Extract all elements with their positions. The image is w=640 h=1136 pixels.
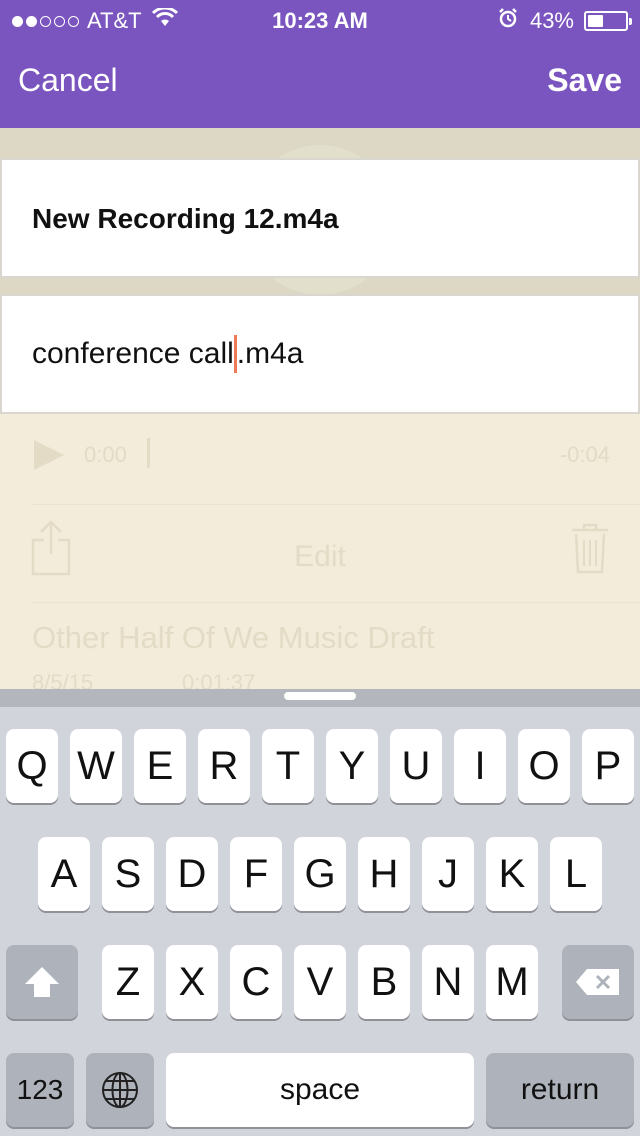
alarm-clock-icon [498, 8, 518, 34]
battery-percent: 43% [529, 8, 574, 33]
key-v[interactable]: V [294, 945, 346, 1019]
remaining-time: -0:04 [559, 442, 610, 467]
divider [32, 602, 640, 603]
keyboard-handle[interactable] [284, 692, 356, 700]
key-j[interactable]: J [422, 837, 474, 911]
key-z[interactable]: Z [102, 945, 154, 1019]
edit-label: Edit [294, 540, 346, 573]
original-name-label: New Recording 12.m4a [32, 203, 339, 234]
delete-key[interactable] [562, 945, 634, 1019]
save-button[interactable]: Save [547, 62, 622, 99]
trash-icon [570, 522, 610, 579]
shift-key[interactable] [6, 945, 78, 1019]
key-r[interactable]: R [198, 729, 250, 803]
key-u[interactable]: U [390, 729, 442, 803]
globe-icon [102, 1072, 138, 1108]
key-k[interactable]: K [486, 837, 538, 911]
key-b[interactable]: B [358, 945, 410, 1019]
original-name-field: New Recording 12.m4a [0, 158, 640, 278]
key-t[interactable]: T [262, 729, 314, 803]
name-input[interactable]: conference call .m4a [32, 334, 304, 374]
shift-arrow-icon [25, 967, 59, 997]
cancel-button[interactable]: Cancel [18, 62, 118, 99]
new-name-field[interactable]: conference call .m4a [0, 294, 640, 414]
space-key[interactable]: space [166, 1053, 474, 1127]
key-f[interactable]: F [230, 837, 282, 911]
name-text-after-caret: .m4a [236, 337, 304, 370]
app-header: AT&T 10:23 AM 43% Cancel Save [0, 0, 640, 128]
key-n[interactable]: N [422, 945, 474, 1019]
keyboard-top-bar [0, 689, 640, 707]
background-recording-detail: 0:00 -0:04 Edit Other Half Of We Music D… [0, 412, 640, 695]
key-q[interactable]: Q [6, 729, 58, 803]
key-a[interactable]: A [38, 837, 90, 911]
key-h[interactable]: H [358, 837, 410, 911]
backspace-icon [576, 969, 619, 995]
key-y[interactable]: Y [326, 729, 378, 803]
key-d[interactable]: D [166, 837, 218, 911]
recording-title: Other Half Of We Music Draft [32, 620, 435, 655]
name-text-before-caret: conference call [32, 337, 234, 370]
key-w[interactable]: W [70, 729, 122, 803]
key-p[interactable]: P [582, 729, 634, 803]
numbers-key[interactable]: 123 [6, 1053, 74, 1127]
key-s[interactable]: S [102, 837, 154, 911]
key-i[interactable]: I [454, 729, 506, 803]
battery-icon [584, 11, 632, 31]
battery-level [588, 15, 604, 27]
key-g[interactable]: G [294, 837, 346, 911]
key-c[interactable]: C [230, 945, 282, 1019]
key-l[interactable]: L [550, 837, 602, 911]
scrubber-handle [147, 438, 150, 468]
key-e[interactable]: E [134, 729, 186, 803]
status-bar: AT&T 10:23 AM 43% [0, 0, 640, 40]
status-right: 43% [498, 8, 632, 34]
play-icon [32, 438, 66, 477]
current-time: 0:00 [84, 442, 127, 467]
divider [32, 504, 640, 505]
key-m[interactable]: M [486, 945, 538, 1019]
key-x[interactable]: X [166, 945, 218, 1019]
globe-key[interactable] [86, 1053, 154, 1127]
return-key[interactable]: return [486, 1053, 634, 1127]
key-o[interactable]: O [518, 729, 570, 803]
keyboard: Q W E R T Y U I O P A S D F G H J K L Z … [0, 689, 640, 1136]
